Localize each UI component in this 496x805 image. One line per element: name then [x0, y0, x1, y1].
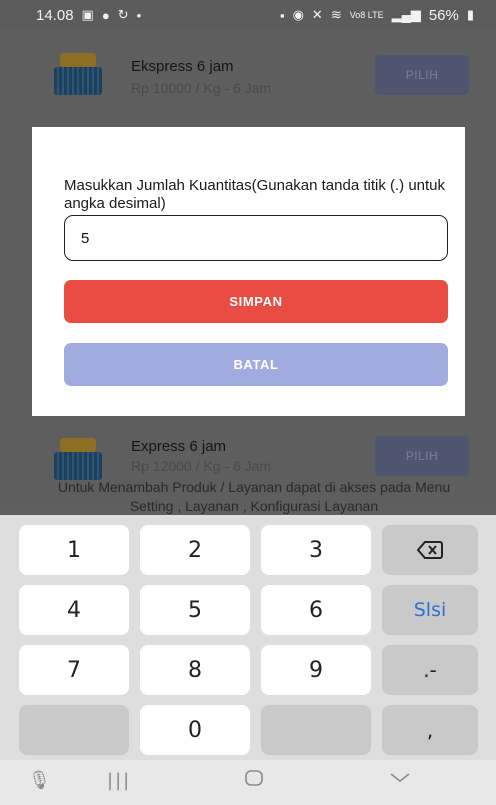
pilih-button[interactable]: PILIH	[375, 436, 469, 476]
info-text: Untuk Menambah Produk / Layanan dapat di…	[57, 479, 451, 514]
status-time: 14.08	[36, 6, 74, 24]
service-row: Ekspress 6 jam Rp 10000 / Kg - 6 Jam PIL…	[0, 48, 496, 128]
key-6[interactable]: 6	[261, 585, 371, 635]
blank-key-right[interactable]	[261, 705, 371, 755]
gallery-icon: ▣	[81, 7, 94, 22]
alarm-icon: ◉	[292, 7, 304, 22]
signal-icon: ▂▄▆	[391, 7, 421, 22]
blank-key[interactable]	[19, 705, 129, 755]
service-name: Express 6 jam	[131, 438, 227, 455]
comma-key[interactable]: ,	[382, 705, 478, 755]
dot-icon: •	[136, 7, 142, 23]
key-5[interactable]: 5	[140, 585, 250, 635]
chat-icon: ●	[101, 7, 110, 23]
sync-icon: ↻	[117, 7, 129, 22]
service-price: Rp 12000 / Kg - 6 Jam	[131, 458, 272, 474]
key-8[interactable]: 8	[140, 645, 250, 695]
network-label: Vo8 LTE	[349, 10, 384, 20]
fill-key[interactable]: Slsi	[382, 585, 478, 635]
hide-keyboard-icon[interactable]	[388, 768, 412, 791]
status-bar: 14.08 ▣ ● ↻ • ▪ ◉ ✕ ≋ Vo8 LTE ▂▄▆ 56% ▮	[0, 0, 496, 30]
laundry-basket-icon	[54, 53, 102, 95]
key-4[interactable]: 4	[19, 585, 129, 635]
dialog-label: Masukkan Jumlah Kuantitas(Gunakan tanda …	[64, 177, 446, 212]
quantity-dialog: Masukkan Jumlah Kuantitas(Gunakan tanda …	[32, 127, 465, 416]
recent-apps-icon[interactable]: |||	[107, 770, 131, 791]
backspace-key[interactable]	[382, 525, 478, 575]
cancel-button[interactable]: BATAL	[64, 343, 448, 386]
battery-icon: ▮	[466, 7, 474, 22]
backspace-icon	[417, 541, 443, 559]
battery-percent: 56%	[428, 6, 459, 24]
laundry-basket-icon	[54, 438, 102, 480]
key-9[interactable]: 9	[261, 645, 371, 695]
key-3[interactable]: 3	[261, 525, 371, 575]
pilih-button[interactable]: PILIH	[375, 55, 469, 95]
quantity-input[interactable]	[64, 215, 448, 261]
mute-icon: ✕	[311, 7, 323, 22]
numeric-keyboard: 1 2 3 4 5 6 Slsi 7 8 9 .- 0 ,	[0, 515, 496, 760]
navigation-bar: 🎙︎ |||	[0, 760, 496, 805]
key-7[interactable]: 7	[19, 645, 129, 695]
key-2[interactable]: 2	[140, 525, 250, 575]
key-1[interactable]: 1	[19, 525, 129, 575]
status-right: ▪ ◉ ✕ ≋ Vo8 LTE ▂▄▆ 56% ▮	[280, 7, 474, 24]
status-left: 14.08 ▣ ● ↻ •	[36, 7, 141, 24]
service-name: Ekspress 6 jam	[131, 58, 234, 75]
microphone-icon[interactable]: 🎙︎	[28, 770, 51, 791]
service-price: Rp 10000 / Kg - 6 Jam	[131, 80, 272, 96]
home-icon[interactable]	[244, 768, 264, 793]
dot-dash-key[interactable]: .-	[382, 645, 478, 695]
save-button[interactable]: SIMPAN	[64, 280, 448, 323]
lock-icon: ▪	[279, 7, 285, 23]
wifi-icon: ≋	[330, 7, 342, 22]
key-0[interactable]: 0	[140, 705, 250, 755]
